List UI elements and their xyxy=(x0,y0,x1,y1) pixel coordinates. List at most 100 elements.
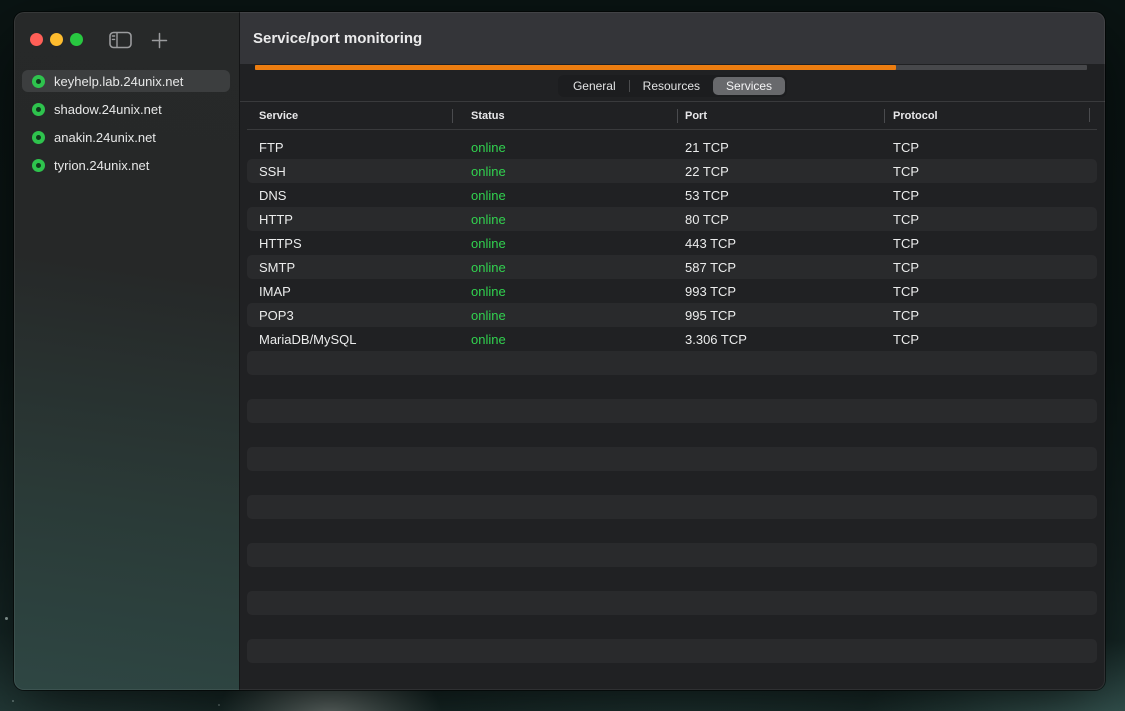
status-cell: online xyxy=(452,188,677,203)
wallpaper-star xyxy=(218,704,220,706)
status-cell: online xyxy=(452,212,677,227)
sidebar-item-server[interactable]: shadow.24unix.net xyxy=(22,98,230,120)
column-header-protocol[interactable]: Protocol xyxy=(884,109,1097,123)
table-row-empty xyxy=(247,375,1097,399)
protocol-cell: TCP xyxy=(884,212,1097,227)
table-row-empty xyxy=(247,639,1097,663)
tab-strip: GeneralResourcesServices xyxy=(240,71,1105,102)
protocol-cell: TCP xyxy=(884,332,1097,347)
protocol-cell: TCP xyxy=(884,308,1097,323)
table-header: ServiceStatusPortProtocol xyxy=(247,102,1097,130)
service-cell: POP3 xyxy=(247,308,452,323)
sidebar-item-server[interactable]: tyrion.24unix.net xyxy=(22,154,230,176)
wallpaper-star xyxy=(5,617,8,620)
service-cell: FTP xyxy=(247,140,452,155)
table-row-empty xyxy=(247,471,1097,495)
minimize-button[interactable] xyxy=(50,33,63,46)
services-table: FTPonline21 TCPTCPSSHonline22 TCPTCPDNSo… xyxy=(240,130,1105,690)
status-dot-online xyxy=(32,159,45,172)
close-button[interactable] xyxy=(30,33,43,46)
status-dot-online xyxy=(32,103,45,116)
port-cell: 21 TCP xyxy=(677,140,884,155)
table-row[interactable]: MariaDB/MySQLonline3.306 TCPTCP xyxy=(247,327,1097,351)
protocol-cell: TCP xyxy=(884,260,1097,275)
table-row[interactable]: IMAPonline993 TCPTCP xyxy=(247,279,1097,303)
port-cell: 995 TCP xyxy=(677,308,884,323)
zoom-button[interactable] xyxy=(70,33,83,46)
tab-general[interactable]: General xyxy=(560,77,629,95)
status-dot-online xyxy=(32,131,45,144)
desktop-wallpaper: keyhelp.lab.24unix.net shadow.24unix.net a… xyxy=(0,0,1125,711)
table-row-empty xyxy=(247,447,1097,471)
scan-progress-track xyxy=(255,65,1087,70)
status-dot-online xyxy=(32,75,45,88)
table-row-empty xyxy=(247,519,1097,543)
progress-strip xyxy=(240,64,1105,71)
protocol-cell: TCP xyxy=(884,164,1097,179)
service-cell: IMAP xyxy=(247,284,452,299)
column-header-status[interactable]: Status xyxy=(452,109,677,123)
status-cell: online xyxy=(452,284,677,299)
column-header-port[interactable]: Port xyxy=(677,109,884,123)
sidebar-item-server[interactable]: anakin.24unix.net xyxy=(22,126,230,148)
port-cell: 993 TCP xyxy=(677,284,884,299)
server-name: anakin.24unix.net xyxy=(54,130,156,145)
table-row-empty xyxy=(247,399,1097,423)
table-row-empty xyxy=(247,591,1097,615)
table-row-empty xyxy=(247,495,1097,519)
table-row-empty xyxy=(247,543,1097,567)
service-cell: SMTP xyxy=(247,260,452,275)
table-row[interactable]: HTTPSonline443 TCPTCP xyxy=(247,231,1097,255)
protocol-cell: TCP xyxy=(884,284,1097,299)
status-cell: online xyxy=(452,260,677,275)
table-row[interactable]: POP3online995 TCPTCP xyxy=(247,303,1097,327)
status-cell: online xyxy=(452,164,677,179)
sidebar-toggle-icon[interactable] xyxy=(109,31,132,49)
table-row[interactable]: SSHonline22 TCPTCP xyxy=(247,159,1097,183)
table-row[interactable]: DNSonline53 TCPTCP xyxy=(247,183,1097,207)
table-row-empty xyxy=(247,615,1097,639)
tab-services[interactable]: Services xyxy=(713,77,785,95)
table-row-empty xyxy=(247,423,1097,447)
status-cell: online xyxy=(452,308,677,323)
column-header-service[interactable]: Service xyxy=(247,109,452,123)
titlebar: Service/port monitoring xyxy=(240,12,1105,64)
sidebar: keyhelp.lab.24unix.net shadow.24unix.net a… xyxy=(14,12,239,690)
protocol-cell: TCP xyxy=(884,236,1097,251)
sidebar-toolbar xyxy=(109,30,168,50)
main-content: Service/port monitoring GeneralResources… xyxy=(239,12,1105,690)
table-row[interactable]: HTTPonline80 TCPTCP xyxy=(247,207,1097,231)
server-name: shadow.24unix.net xyxy=(54,102,162,117)
service-cell: HTTPS xyxy=(247,236,452,251)
tab-resources[interactable]: Resources xyxy=(630,77,713,95)
service-cell: DNS xyxy=(247,188,452,203)
table-row[interactable]: SMTPonline587 TCPTCP xyxy=(247,255,1097,279)
service-cell: MariaDB/MySQL xyxy=(247,332,452,347)
service-cell: HTTP xyxy=(247,212,452,227)
sidebar-item-server[interactable]: keyhelp.lab.24unix.net xyxy=(22,70,230,92)
port-cell: 587 TCP xyxy=(677,260,884,275)
table-row-empty xyxy=(247,351,1097,375)
window-controls xyxy=(30,33,83,46)
table-row-empty xyxy=(247,567,1097,591)
tab-segmented-control: GeneralResourcesServices xyxy=(558,75,787,97)
server-list: keyhelp.lab.24unix.net shadow.24unix.net a… xyxy=(22,70,230,182)
table-row[interactable]: FTPonline21 TCPTCP xyxy=(247,135,1097,159)
port-cell: 53 TCP xyxy=(677,188,884,203)
port-cell: 443 TCP xyxy=(677,236,884,251)
protocol-cell: TCP xyxy=(884,188,1097,203)
port-cell: 80 TCP xyxy=(677,212,884,227)
wallpaper-star xyxy=(12,700,14,702)
port-cell: 22 TCP xyxy=(677,164,884,179)
server-name: keyhelp.lab.24unix.net xyxy=(54,74,183,89)
scan-progress-bar xyxy=(255,65,896,70)
add-server-icon[interactable] xyxy=(151,32,168,49)
status-cell: online xyxy=(452,332,677,347)
status-cell: online xyxy=(452,140,677,155)
protocol-cell: TCP xyxy=(884,140,1097,155)
port-cell: 3.306 TCP xyxy=(677,332,884,347)
status-cell: online xyxy=(452,236,677,251)
page-title: Service/port monitoring xyxy=(253,30,422,47)
app-window: keyhelp.lab.24unix.net shadow.24unix.net a… xyxy=(14,12,1105,690)
service-cell: SSH xyxy=(247,164,452,179)
